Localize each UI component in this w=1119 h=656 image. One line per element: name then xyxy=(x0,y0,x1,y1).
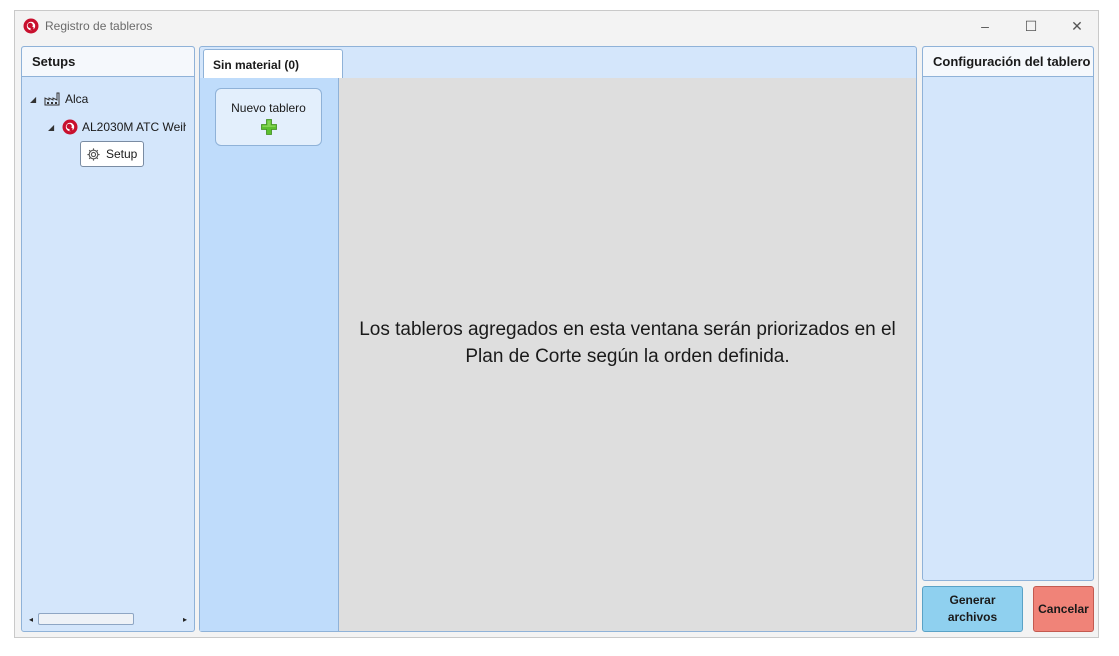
cancel-button[interactable]: Cancelar xyxy=(1033,586,1094,632)
app-logo-icon xyxy=(23,18,39,34)
generate-files-button[interactable]: Generar archivos xyxy=(922,586,1023,632)
close-button[interactable]: ✕ xyxy=(1054,11,1100,41)
scroll-right-icon[interactable]: ▸ xyxy=(178,615,192,624)
close-icon: ✕ xyxy=(1071,17,1083,34)
boards-tab-control: Sin material (0) Nuevo tablero Los table… xyxy=(199,46,917,632)
info-message: Los tableros agregados en esta ventana s… xyxy=(359,318,896,367)
tree-item-label: AL2030M ATC Weih xyxy=(82,120,186,134)
setups-header: Setups xyxy=(22,47,194,77)
gear-icon xyxy=(87,147,100,161)
tree-item-machine[interactable]: ◢ AL2030M ATC Weih xyxy=(48,117,186,137)
tree-item-setup[interactable]: Setup xyxy=(80,141,144,167)
config-header: Configuración del tablero xyxy=(923,47,1093,77)
config-panel: Configuración del tablero xyxy=(922,46,1094,581)
generate-files-label: Generar archivos xyxy=(947,593,998,624)
scroll-left-icon[interactable]: ◂ xyxy=(24,615,38,624)
tab-label: Sin material (0) xyxy=(213,57,300,72)
boards-drop-area[interactable]: Los tableros agregados en esta ventana s… xyxy=(339,78,916,631)
window-title: Registro de tableros xyxy=(45,19,153,33)
maximize-icon: ☐ xyxy=(1024,17,1038,34)
tree-item-label: Setup xyxy=(106,147,138,161)
new-board-label: Nuevo tablero xyxy=(231,101,306,115)
board-column: Nuevo tablero xyxy=(200,78,339,631)
plus-icon xyxy=(260,119,277,135)
tab-sin-material[interactable]: Sin material (0) xyxy=(203,49,343,79)
maximize-button[interactable]: ☐ xyxy=(1008,11,1054,41)
setups-panel: Setups ◢ Alca ◢ AL2030M ATC Weih Setup ◂… xyxy=(21,46,195,632)
expand-triangle-icon[interactable]: ◢ xyxy=(30,95,42,104)
title-bar[interactable]: Registro de tableros – ☐ ✕ xyxy=(15,11,1098,41)
cancel-label: Cancelar xyxy=(1038,601,1089,616)
minimize-button[interactable]: – xyxy=(962,11,1008,41)
horizontal-scrollbar[interactable]: ◂ ▸ xyxy=(24,611,192,627)
expand-triangle-icon[interactable]: ◢ xyxy=(48,123,60,132)
tab-strip: Sin material (0) xyxy=(200,47,916,79)
app-window: Registro de tableros – ☐ ✕ Setups ◢ Alca… xyxy=(14,10,1099,638)
factory-icon xyxy=(44,92,60,106)
scroll-thumb[interactable] xyxy=(38,613,134,625)
tree-item-alca[interactable]: ◢ Alca xyxy=(30,89,88,109)
minimize-icon: – xyxy=(981,18,989,34)
new-board-button[interactable]: Nuevo tablero xyxy=(215,88,322,146)
tree-item-label: Alca xyxy=(65,92,89,106)
machine-logo-icon xyxy=(62,119,78,135)
